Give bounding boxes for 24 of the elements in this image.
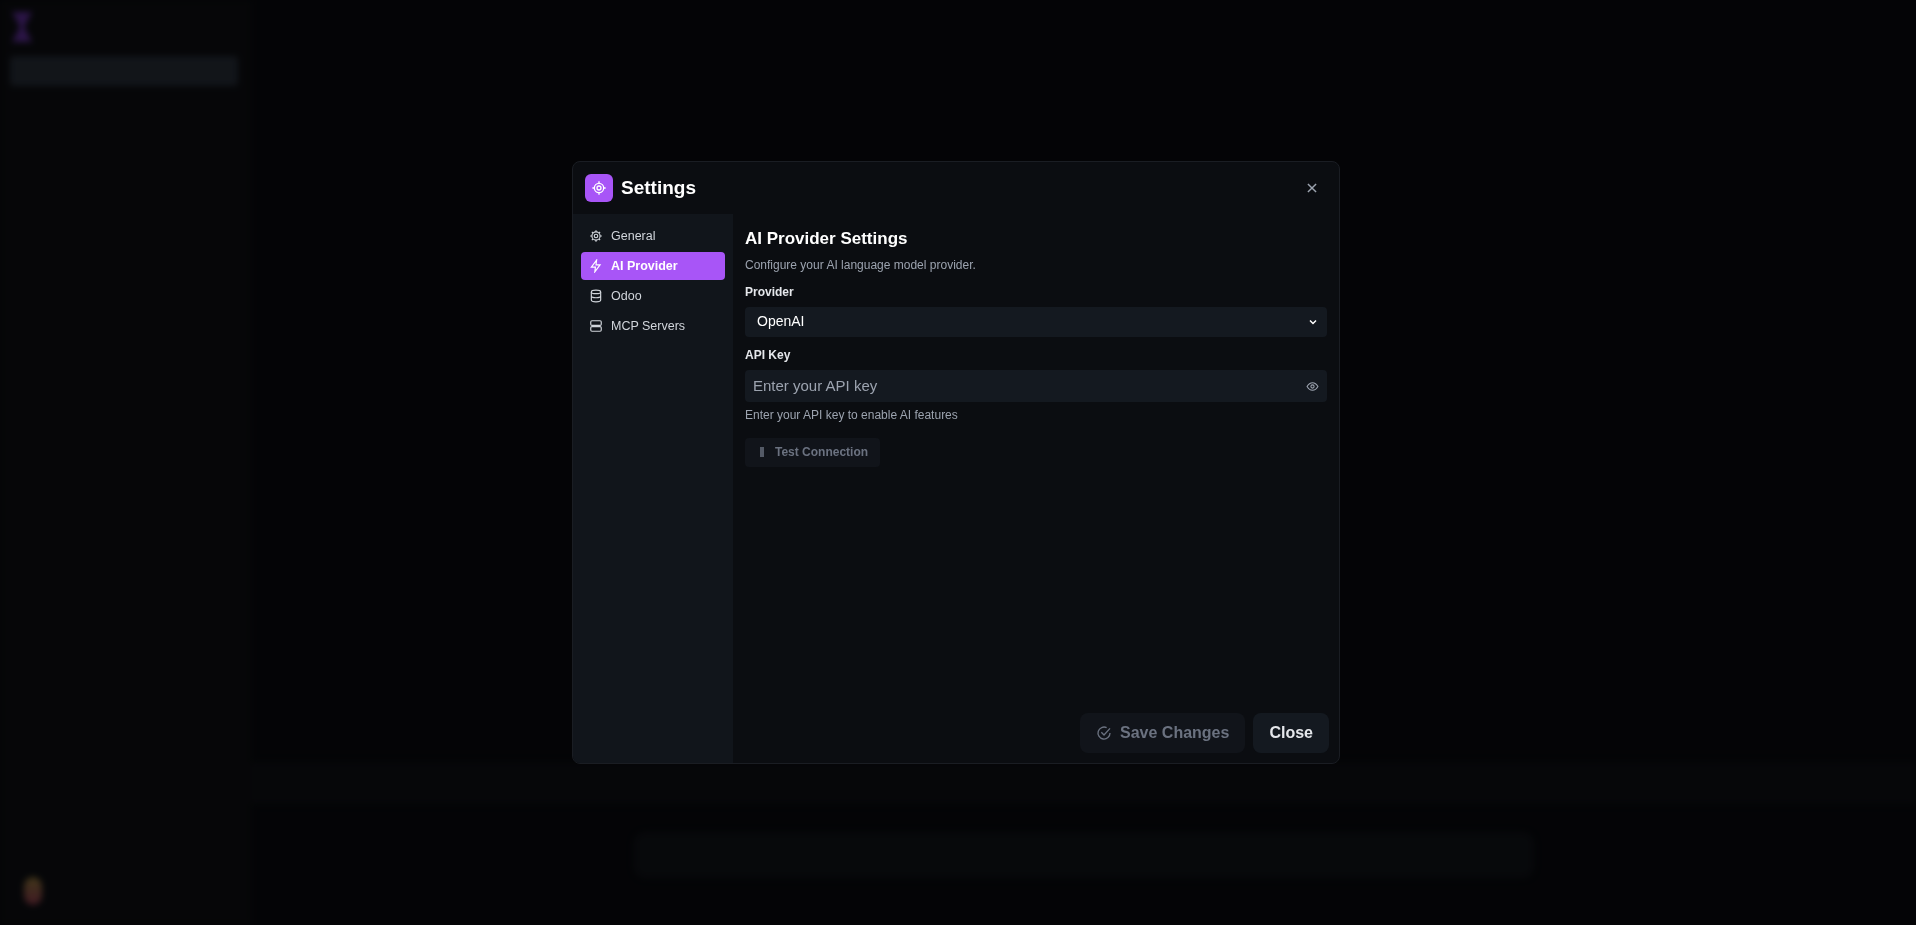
api-key-field[interactable]: Enter your API key xyxy=(745,369,1327,402)
close-button[interactable]: Close xyxy=(1253,713,1329,753)
database-icon xyxy=(589,289,603,303)
nav-item[interactable]: AI Provider xyxy=(581,252,725,280)
server-icon xyxy=(589,319,603,333)
bolt-icon xyxy=(589,259,603,273)
logo-icon xyxy=(10,10,34,44)
settings-icon xyxy=(585,174,613,202)
api-key-label: API Key xyxy=(745,346,792,364)
dialog-title: Settings xyxy=(621,175,696,200)
check-circle-icon xyxy=(1096,725,1113,741)
eye-icon[interactable] xyxy=(1306,379,1319,393)
section-description: Configure your AI language model provider. xyxy=(745,256,977,274)
nav-item[interactable]: General xyxy=(581,222,725,250)
nav-item[interactable]: MCP Servers xyxy=(581,312,725,340)
close-icon[interactable] xyxy=(1305,181,1319,195)
provider-label: Provider xyxy=(745,283,795,301)
provider-select[interactable]: OpenAI xyxy=(745,306,1327,337)
api-key-hint: Enter your API key to enable AI features xyxy=(745,406,959,424)
plug-icon xyxy=(757,446,767,458)
gear-icon xyxy=(589,229,603,243)
nav-item[interactable]: Odoo xyxy=(581,282,725,310)
section-title: AI Provider Settings xyxy=(745,228,909,250)
avatar xyxy=(24,877,42,905)
